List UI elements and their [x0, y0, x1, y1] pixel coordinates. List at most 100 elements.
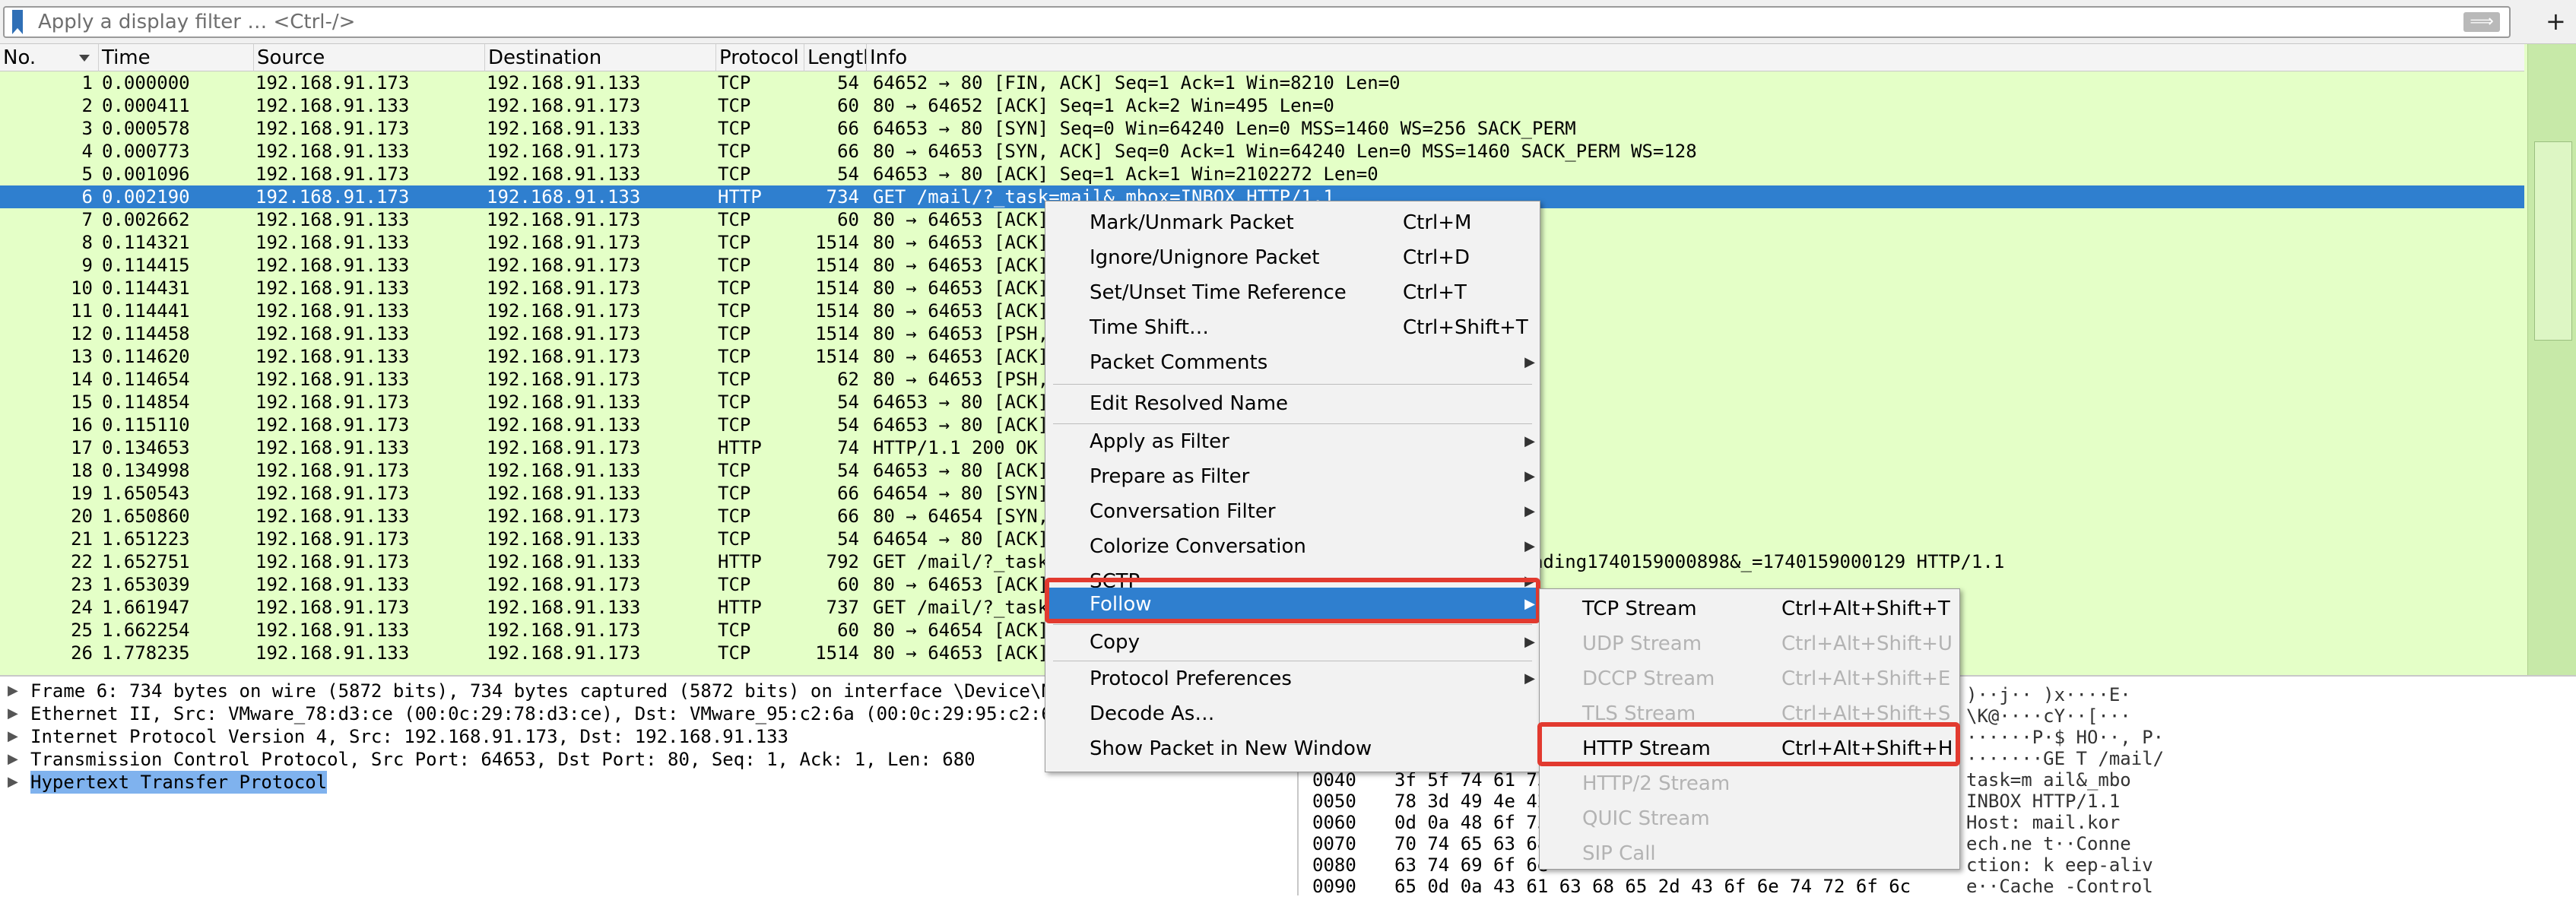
menu-item-label: Colorize Conversation — [1090, 535, 1306, 558]
menu-item-prepare-as-filter[interactable]: Prepare as Filter ▶ — [1045, 460, 1540, 493]
packet-row[interactable]: 2 0.000411 192.168.91.133 192.168.91.173 TCP… — [0, 94, 2524, 117]
column-header-time[interactable]: Time — [99, 44, 254, 71]
packet-list-scrollbar[interactable] — [2527, 44, 2576, 675]
packet-destination: 192.168.91.173 — [487, 642, 641, 664]
bytes-offset: 0070 — [1312, 833, 1356, 854]
packet-time: 0.114321 — [102, 232, 190, 253]
menu-item-edit-resolved-name[interactable]: Edit Resolved Name — [1045, 387, 1540, 420]
bookmark-icon[interactable] — [12, 10, 23, 34]
chevron-right-icon[interactable]: ▶ — [8, 771, 18, 794]
packet-protocol: TCP — [718, 414, 751, 436]
menu-separator — [1053, 624, 1532, 625]
packet-no: 13 — [71, 346, 93, 367]
menu-item-label: HTTP/2 Stream — [1582, 772, 1731, 795]
packet-source: 192.168.91.133 — [255, 506, 410, 527]
menu-item-label: Copy — [1090, 631, 1140, 654]
menu-item-copy[interactable]: Copy ▶ — [1045, 626, 1540, 659]
packet-protocol: TCP — [718, 369, 751, 390]
packet-info: 80 → 64653 [SYN, ACK] Seq=0 Ack=1 Win=64… — [873, 141, 1697, 162]
chevron-right-icon[interactable]: ▶ — [8, 725, 18, 748]
packet-destination: 192.168.91.133 — [487, 528, 641, 550]
menu-item-label: Conversation Filter — [1090, 500, 1276, 523]
packet-length: 60 — [837, 209, 859, 230]
detail-row-label: Ethernet II, Src: VMware_78:d3:ce (00:0c… — [30, 703, 1052, 724]
packet-length: 737 — [826, 597, 859, 618]
bytes-ascii: INBOX HTTP/1.1 — [1966, 791, 2121, 812]
bytes-ascii: Host: mail.kor — [1966, 812, 2121, 833]
packet-source: 192.168.91.133 — [255, 574, 410, 595]
packet-no: 2 — [81, 95, 93, 116]
chevron-right-icon[interactable]: ▶ — [8, 702, 18, 725]
menu-item-conversation-filter[interactable]: Conversation Filter ▶ — [1045, 495, 1540, 528]
chevron-right-icon[interactable]: ▶ — [8, 748, 18, 771]
packet-time: 0.002190 — [102, 186, 190, 208]
submenu-item-tcp-stream[interactable]: TCP Stream Ctrl+Alt+Shift+T — [1540, 592, 1959, 626]
packet-time: 0.134653 — [102, 437, 190, 458]
packet-source: 192.168.91.133 — [255, 141, 410, 162]
plus-icon[interactable]: + — [2546, 6, 2566, 36]
arrow-right-icon[interactable]: ⟹ — [2463, 12, 2500, 32]
packet-protocol: TCP — [718, 277, 751, 299]
menu-item-shortcut: Ctrl+Alt+Shift+E — [1781, 667, 1951, 690]
menu-item-show-packet-new-window[interactable]: Show Packet in New Window — [1045, 732, 1540, 765]
packet-source: 192.168.91.133 — [255, 346, 410, 367]
packet-destination: 192.168.91.173 — [487, 506, 641, 527]
menu-item-mark-packet[interactable]: Mark/Unmark Packet Ctrl+M — [1045, 206, 1540, 239]
packet-row[interactable]: 4 0.000773 192.168.91.133 192.168.91.173 TCP… — [0, 140, 2524, 163]
display-filter-input[interactable] — [38, 9, 2433, 35]
menu-item-label: Decode As… — [1090, 702, 1215, 725]
submenu-arrow-icon: ▶ — [1524, 670, 1535, 686]
packet-length: 1514 — [815, 300, 859, 322]
menu-item-packet-comments[interactable]: Packet Comments ▶ — [1045, 346, 1540, 379]
packet-no: 6 — [81, 186, 93, 208]
menu-item-apply-as-filter[interactable]: Apply as Filter ▶ — [1045, 425, 1540, 458]
detail-row-label: Internet Protocol Version 4, Src: 192.16… — [30, 726, 788, 747]
column-header-source[interactable]: Source — [254, 44, 485, 71]
chevron-right-icon[interactable]: ▶ — [8, 680, 18, 702]
bytes-hex: 78 3d 49 4e 42 — [1394, 791, 1549, 812]
packet-row[interactable]: 1 0.000000 192.168.91.173 192.168.91.133 TCP… — [0, 71, 2524, 94]
packet-no: 14 — [71, 369, 93, 390]
packet-source: 192.168.91.173 — [255, 414, 410, 436]
menu-item-time-reference[interactable]: Set/Unset Time Reference Ctrl+T — [1045, 276, 1540, 309]
packet-length: 54 — [837, 460, 859, 481]
packet-no: 4 — [81, 141, 93, 162]
submenu-item-http-stream[interactable]: HTTP Stream Ctrl+Alt+Shift+H — [1540, 732, 1959, 765]
packet-destination: 192.168.91.133 — [487, 414, 641, 436]
bytes-hex: 70 74 65 63 68 — [1394, 833, 1549, 854]
packet-length: 792 — [826, 551, 859, 572]
display-filter-box[interactable]: ⟹ — [3, 6, 2511, 38]
packet-context-menu: Mark/Unmark Packet Ctrl+M Ignore/Unignor… — [1045, 201, 1540, 772]
menu-item-time-shift[interactable]: Time Shift… Ctrl+Shift+T — [1045, 311, 1540, 344]
column-header-destination[interactable]: Destination — [485, 44, 716, 71]
packet-protocol: TCP — [718, 323, 751, 344]
packet-source: 192.168.91.133 — [255, 232, 410, 253]
menu-separator — [1053, 384, 1532, 385]
packet-destination: 192.168.91.133 — [487, 163, 641, 185]
detail-row-label: Transmission Control Protocol, Src Port:… — [30, 749, 976, 770]
menu-item-follow[interactable]: Follow ▶ — [1045, 588, 1540, 621]
detail-row-http[interactable]: ▶ Hypertext Transfer Protocol — [0, 771, 1293, 794]
packet-protocol: TCP — [718, 118, 751, 139]
bytes-ascii: e··Cache -Control — [1966, 876, 2153, 897]
packet-time: 1.661947 — [102, 597, 190, 618]
packet-row[interactable]: 3 0.000578 192.168.91.173 192.168.91.133 TCP… — [0, 117, 2524, 140]
packet-source: 192.168.91.173 — [255, 460, 410, 481]
packet-length: 54 — [837, 391, 859, 413]
menu-item-shortcut: Ctrl+Alt+Shift+U — [1781, 632, 1953, 655]
menu-item-protocol-preferences[interactable]: Protocol Preferences ▶ — [1045, 662, 1540, 696]
menu-item-label: DCCP Stream — [1582, 667, 1715, 690]
packet-no: 17 — [71, 437, 93, 458]
column-header-length[interactable]: Length — [804, 44, 867, 71]
menu-item-ignore-packet[interactable]: Ignore/Unignore Packet Ctrl+D — [1045, 241, 1540, 274]
packet-row[interactable]: 5 0.001096 192.168.91.173 192.168.91.133 TCP… — [0, 163, 2524, 185]
packet-time: 0.114415 — [102, 255, 190, 276]
scroll-thumb[interactable] — [2534, 141, 2572, 341]
column-header-protocol[interactable]: Protocol — [716, 44, 804, 71]
menu-item-colorize-conversation[interactable]: Colorize Conversation ▶ — [1045, 530, 1540, 563]
column-header-info[interactable]: Info — [867, 44, 2524, 71]
menu-item-decode-as[interactable]: Decode As… — [1045, 697, 1540, 731]
packet-time: 0.134998 — [102, 460, 190, 481]
packet-destination: 192.168.91.173 — [487, 323, 641, 344]
submenu-arrow-icon: ▶ — [1524, 596, 1535, 612]
